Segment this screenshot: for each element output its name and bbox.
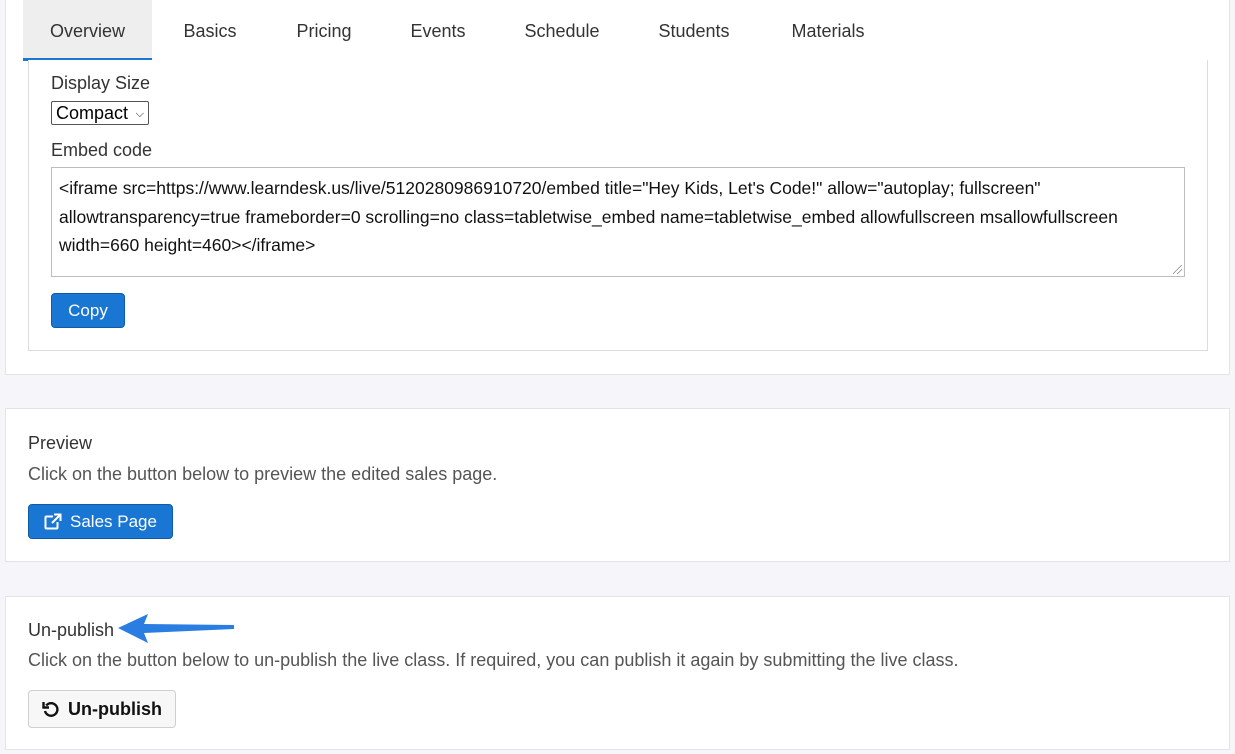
embed-code-textarea[interactable]: <iframe src=https://www.learndesk.us/liv…	[51, 167, 1185, 277]
external-link-icon	[44, 512, 63, 531]
copy-button[interactable]: Copy	[51, 293, 125, 328]
preview-title: Preview	[28, 433, 93, 453]
tab-materials[interactable]: Materials	[776, 0, 880, 61]
sales-page-button[interactable]: Sales Page	[28, 504, 173, 539]
tab-students[interactable]: Students	[646, 0, 742, 61]
unpublish-description: Click on the button below to un-publish …	[28, 650, 959, 670]
display-size-value: Compact	[56, 103, 129, 123]
unpublish-title: Un-publish	[28, 620, 115, 640]
unpublish-button[interactable]: Un-publish	[28, 690, 176, 728]
tab-overview[interactable]: Overview	[23, 0, 152, 61]
sales-page-label: Sales Page	[70, 512, 157, 531]
embed-code-text: <iframe src=https://www.learndesk.us/liv…	[59, 178, 1118, 255]
chevron-down-icon: ⌵	[135, 108, 144, 120]
tab-basics[interactable]: Basics	[166, 0, 254, 61]
embed-panel: Display Size Compact ⌵ Embed code <ifram…	[5, 60, 1230, 375]
tab-schedule[interactable]: Schedule	[512, 0, 612, 61]
preview-description: Click on the button below to preview the…	[28, 464, 498, 484]
unpublish-button-label: Un-publish	[68, 698, 162, 719]
preview-panel: Preview Click on the button below to pre…	[5, 408, 1230, 562]
tab-events[interactable]: Events	[400, 0, 476, 61]
embed-card: Display Size Compact ⌵ Embed code <ifram…	[28, 60, 1208, 351]
resize-handle-icon[interactable]	[1173, 265, 1182, 274]
tab-pricing[interactable]: Pricing	[282, 0, 366, 61]
display-size-label: Display Size	[51, 73, 151, 93]
display-size-select[interactable]: Compact ⌵	[51, 101, 149, 125]
embed-code-label: Embed code	[51, 140, 153, 160]
undo-icon	[42, 700, 60, 718]
annotation-arrow-icon	[118, 614, 234, 643]
tab-bar: Overview Basics Pricing Events Schedule …	[5, 0, 1230, 62]
